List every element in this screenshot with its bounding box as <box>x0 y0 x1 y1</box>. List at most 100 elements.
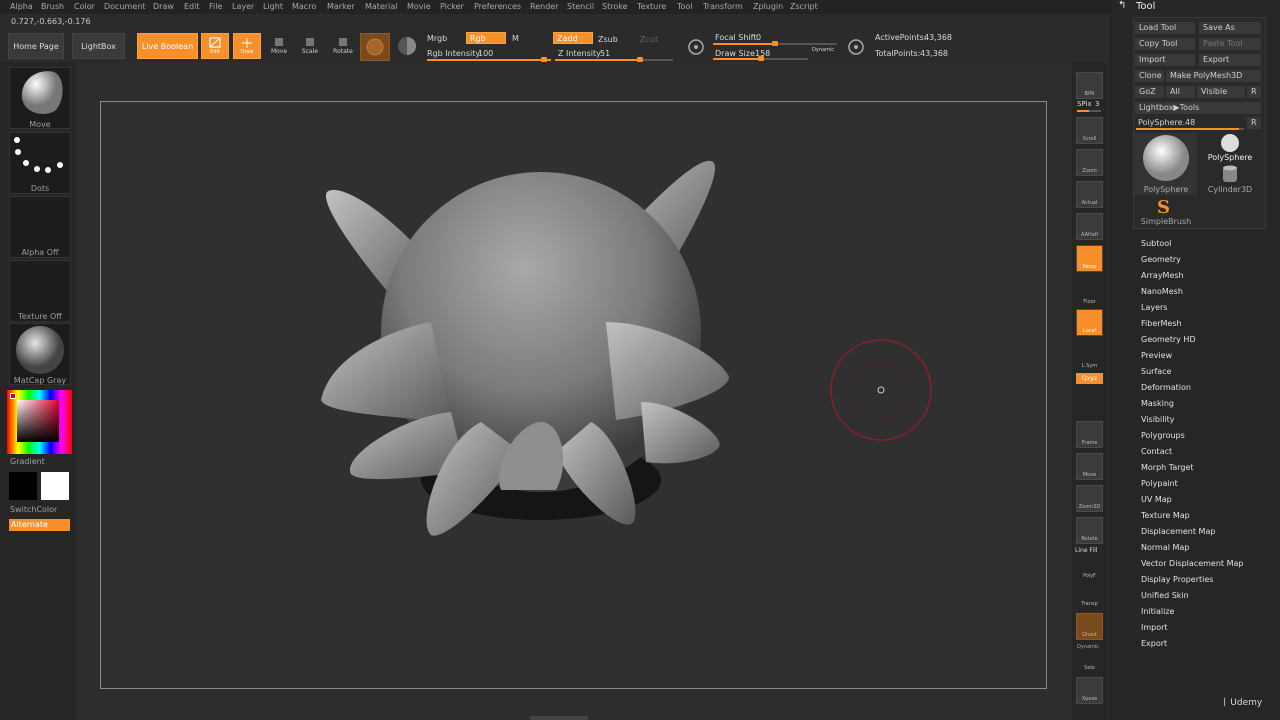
tool-section-geometry-hd[interactable]: Geometry HD <box>1141 335 1196 344</box>
menu-picker[interactable]: Picker <box>440 2 464 11</box>
rotate-view-button[interactable]: Rotate <box>1076 517 1103 544</box>
move-button[interactable]: Move <box>266 36 292 62</box>
tool-section-initialize[interactable]: Initialize <box>1141 607 1174 616</box>
menu-file[interactable]: File <box>209 2 222 11</box>
material-swatch-button[interactable] <box>360 33 390 61</box>
tool-section-display-properties[interactable]: Display Properties <box>1141 575 1213 584</box>
tool-export-button[interactable]: Export <box>1199 54 1261 66</box>
tool-section-vector-displacement-map[interactable]: Vector Displacement Map <box>1141 559 1243 568</box>
gradient-toggle[interactable]: Gradient <box>10 457 45 466</box>
zoom3d-button[interactable]: Zoom3D <box>1076 485 1103 512</box>
polyf-button[interactable]: PolyF <box>1076 553 1103 580</box>
tool-section-masking[interactable]: Masking <box>1141 399 1174 408</box>
m-toggle[interactable]: M <box>512 34 519 43</box>
dynamic-toggle[interactable]: Dynamic <box>812 47 834 53</box>
texture-swatch-button[interactable] <box>394 34 420 60</box>
copy-tool-button[interactable]: Copy Tool <box>1135 38 1195 50</box>
cylinder3d-thumb[interactable]: Cylinder3D <box>1200 164 1260 194</box>
rgb-toggle[interactable]: Rgb <box>466 32 506 44</box>
mrgb-toggle[interactable]: Mrgb <box>427 34 447 43</box>
focal-shift-icon-button[interactable] <box>684 37 710 63</box>
z-intensity-slider[interactable] <box>555 57 673 62</box>
tool-section-texture-map[interactable]: Texture Map <box>1141 511 1190 520</box>
save-as-button[interactable]: Save As <box>1199 22 1261 34</box>
menu-movie[interactable]: Movie <box>407 2 431 11</box>
live-boolean-button[interactable]: Live Boolean <box>137 33 198 59</box>
tool-palette-title[interactable]: Tool <box>1136 1 1155 12</box>
tool-section-import[interactable]: Import <box>1141 623 1168 632</box>
tool-section-preview[interactable]: Preview <box>1141 351 1172 360</box>
bottom-shelf-handle[interactable] <box>530 716 588 720</box>
menu-tool[interactable]: Tool <box>677 2 693 11</box>
actual-button[interactable]: Actual <box>1076 181 1103 208</box>
scroll-button[interactable]: Scroll <box>1076 117 1103 144</box>
zadd-toggle[interactable]: Zadd <box>553 32 593 44</box>
tool-section-unified-skin[interactable]: Unified Skin <box>1141 591 1189 600</box>
draw-size-slider[interactable] <box>713 56 808 61</box>
solo-button[interactable]: Solo <box>1076 645 1103 672</box>
dynamic-size-button[interactable] <box>844 37 870 63</box>
polysphere-thumb-small[interactable]: PolySphere <box>1200 133 1260 163</box>
tool-section-subtool[interactable]: Subtool <box>1141 239 1171 248</box>
goz-all-button[interactable]: All <box>1166 86 1195 98</box>
menu-render[interactable]: Render <box>530 2 558 11</box>
color-square[interactable] <box>17 400 59 442</box>
tool-section-contact[interactable]: Contact <box>1141 447 1172 456</box>
tool-section-polygroups[interactable]: Polygroups <box>1141 431 1185 440</box>
xyz-button[interactable]: Qxyz <box>1076 373 1103 384</box>
tool-section-arraymesh[interactable]: ArrayMesh <box>1141 271 1184 280</box>
goz-visible-button[interactable]: Visible <box>1197 86 1245 98</box>
tool-section-polypaint[interactable]: Polypaint <box>1141 479 1178 488</box>
make-polymesh-button[interactable]: Make PolyMesh3D <box>1166 70 1261 82</box>
move-view-button[interactable]: Move <box>1076 453 1103 480</box>
home-page-button[interactable]: Home Page <box>8 33 64 59</box>
rotate-button[interactable]: Rotate <box>330 36 356 62</box>
tool-section-uv-map[interactable]: UV Map <box>1141 495 1172 504</box>
menu-marker[interactable]: Marker <box>327 2 355 11</box>
menu-alpha[interactable]: Alpha <box>10 2 33 11</box>
menu-layer[interactable]: Layer <box>232 2 254 11</box>
switch-color-button[interactable]: SwitchColor <box>10 505 57 514</box>
tool-section-geometry[interactable]: Geometry <box>1141 255 1181 264</box>
floor-button[interactable]: Floor <box>1076 279 1103 306</box>
tool-section-displacement-map[interactable]: Displacement Map <box>1141 527 1215 536</box>
menu-transform[interactable]: Transform <box>703 2 743 11</box>
tool-section-layers[interactable]: Layers <box>1141 303 1167 312</box>
menu-light[interactable]: Light <box>263 2 283 11</box>
viewport-canvas[interactable] <box>100 101 1047 689</box>
edit-button[interactable]: Edit <box>201 33 229 59</box>
main-color-swatch[interactable] <box>9 472 37 500</box>
load-tool-button[interactable]: Load Tool <box>1135 22 1195 34</box>
ghost-button[interactable]: Ghost <box>1076 613 1103 640</box>
bpr-button[interactable]: BPR <box>1076 72 1103 99</box>
polysphere-thumb-large[interactable]: PolySphere <box>1135 133 1197 195</box>
menu-brush[interactable]: Brush <box>41 2 64 11</box>
tool-section-normal-map[interactable]: Normal Map <box>1141 543 1189 552</box>
menu-macro[interactable]: Macro <box>292 2 316 11</box>
zoom-button[interactable]: Zoom <box>1076 149 1103 176</box>
menu-stroke[interactable]: Stroke <box>602 2 628 11</box>
local-button[interactable]: Local <box>1076 309 1103 336</box>
color-picker[interactable] <box>7 390 72 454</box>
goz-r-button[interactable]: R <box>1247 86 1261 98</box>
menu-color[interactable]: Color <box>74 2 95 11</box>
lsym-button[interactable]: L.Sym <box>1076 343 1103 370</box>
menu-texture[interactable]: Texture <box>637 2 666 11</box>
menu-preferences[interactable]: Preferences <box>474 2 521 11</box>
clone-button[interactable]: Clone <box>1135 70 1164 82</box>
tool-import-button[interactable]: Import <box>1135 54 1195 66</box>
secondary-color-swatch[interactable] <box>41 472 69 500</box>
zcut-toggle[interactable]: Zcut <box>640 35 658 44</box>
zsub-toggle[interactable]: Zsub <box>598 35 618 44</box>
tool-section-nanomesh[interactable]: NanoMesh <box>1141 287 1183 296</box>
paste-tool-button[interactable]: Paste Tool <box>1199 38 1261 50</box>
lightbox-tools-button[interactable]: Lightbox▶Tools <box>1135 102 1261 114</box>
rgb-intensity-slider[interactable] <box>427 57 551 62</box>
transp-button[interactable]: Transp <box>1076 581 1103 608</box>
menu-document[interactable]: Document <box>104 2 145 11</box>
menu-zscript[interactable]: Zscript <box>790 2 818 11</box>
aahalf-button[interactable]: AAHalf <box>1076 213 1103 240</box>
scale-button[interactable]: Scale <box>297 36 323 62</box>
tool-section-morph-target[interactable]: Morph Target <box>1141 463 1194 472</box>
tool-section-export[interactable]: Export <box>1141 639 1167 648</box>
